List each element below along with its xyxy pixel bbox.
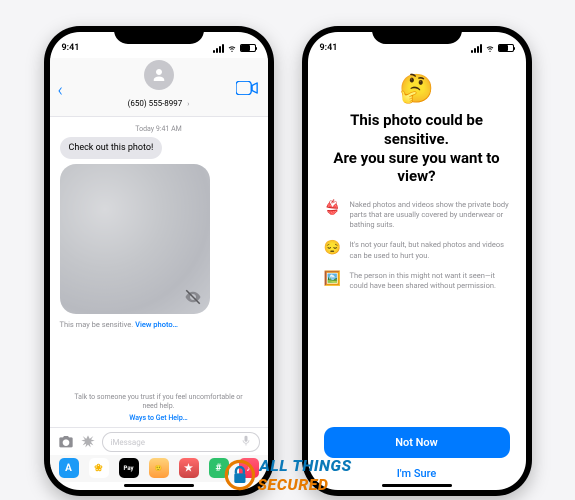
- help-block: Talk to someone you trust if you feel un…: [60, 393, 258, 427]
- incoming-message-bubble[interactable]: Check out this photo!: [60, 137, 163, 159]
- facetime-button[interactable]: [236, 80, 258, 99]
- ways-to-get-help-link[interactable]: Ways to Get Help…: [72, 414, 246, 423]
- status-time: 9:41: [62, 43, 80, 53]
- watermark: ALL THINGS SECURED: [223, 456, 351, 494]
- back-chevron-icon[interactable]: ‹: [58, 80, 63, 101]
- view-photo-link[interactable]: View photo…: [135, 320, 178, 329]
- messages-header: ‹ (650) 555-8997 ›: [50, 58, 268, 117]
- message-thread[interactable]: Today 9:41 AM Check out this photo! This…: [50, 117, 268, 427]
- warning-reasons-list: 👙 Naked photos and videos show the privat…: [324, 200, 510, 291]
- camera-button[interactable]: [58, 434, 74, 450]
- warning-reason: 👙 Naked photos and videos show the privat…: [324, 200, 510, 230]
- contact-avatar-icon[interactable]: [144, 60, 174, 90]
- cellular-icon: [471, 44, 482, 53]
- blurred-sensitive-photo[interactable]: [60, 164, 210, 314]
- reason-emoji-icon: 🖼️: [324, 271, 342, 287]
- warning-reason: 😔 It's not your fault, but naked photos a…: [324, 240, 510, 260]
- cellular-icon: [213, 44, 224, 53]
- drawer-app-stickers[interactable]: ★: [179, 458, 199, 478]
- sensitive-caption: This may be sensitive. View photo…: [60, 320, 258, 329]
- thread-timestamp: Today 9:41 AM: [60, 125, 258, 133]
- phone-warning-sheet: 9:41 🤔 This photo could be sensitive. Ar…: [302, 26, 532, 496]
- lock-icon: [223, 459, 255, 491]
- drawer-app-memoji[interactable]: 🙂: [149, 458, 169, 478]
- sensitive-content-warning: 🤔 This photo could be sensitive. Are you…: [308, 58, 526, 490]
- reason-emoji-icon: 😔: [324, 240, 342, 256]
- reason-emoji-icon: 👙: [324, 200, 342, 216]
- chevron-right-icon[interactable]: ›: [187, 100, 189, 108]
- home-indicator[interactable]: [382, 484, 452, 487]
- reason-text: The person in this might not want it see…: [350, 271, 510, 291]
- warning-headline: This photo could be sensitive. Are you s…: [324, 111, 510, 186]
- eye-slash-icon: [184, 288, 202, 306]
- warning-reason: 🖼️ The person in this might not want it s…: [324, 271, 510, 291]
- dictation-icon[interactable]: [241, 435, 251, 449]
- thinking-emoji-icon: 🤔: [399, 72, 434, 105]
- drawer-app-applepay[interactable]: Pay: [119, 458, 139, 478]
- message-input[interactable]: iMessage: [102, 432, 260, 452]
- drawer-app-store[interactable]: A: [59, 458, 79, 478]
- reason-text: It's not your fault, but naked photos an…: [350, 240, 510, 260]
- notch: [372, 26, 462, 44]
- battery-icon: [240, 44, 256, 52]
- status-time: 9:41: [320, 43, 338, 53]
- contact-phone[interactable]: (650) 555-8997: [128, 99, 183, 108]
- wifi-icon: [485, 43, 495, 53]
- phone-messages: 9:41 ‹ (650) 555-8997 ›: [44, 26, 274, 496]
- reason-text: Naked photos and videos show the private…: [350, 200, 510, 230]
- app-drawer-button[interactable]: [80, 434, 96, 450]
- battery-icon: [498, 44, 514, 52]
- home-indicator[interactable]: [124, 484, 194, 487]
- compose-bar: iMessage: [50, 427, 268, 455]
- notch: [114, 26, 204, 44]
- drawer-app-photos[interactable]: ❀: [89, 458, 109, 478]
- not-now-button[interactable]: Not Now: [324, 427, 510, 458]
- wifi-icon: [227, 43, 237, 53]
